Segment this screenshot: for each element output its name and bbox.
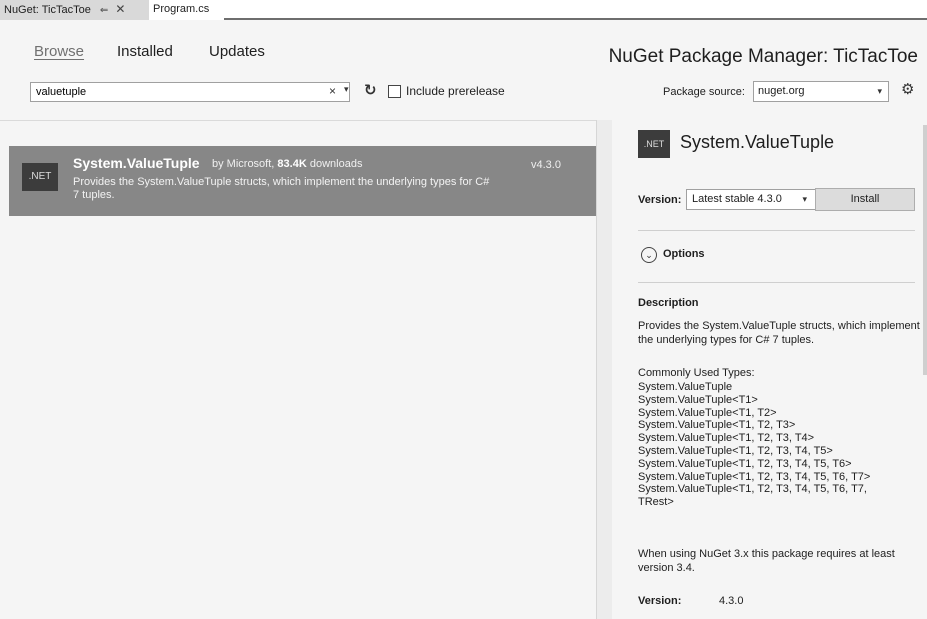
description-text: Provides the System.ValueTuple structs, … [638,320,920,346]
search-input[interactable] [36,84,316,100]
expand-options-icon[interactable]: ⌄ [641,247,657,263]
tab-browse[interactable]: Browse [34,43,84,60]
tab-label: NuGet: TicTacToe [4,4,91,16]
version-info-label: Version: [638,595,682,607]
package-description: Provides the System.ValueTuple structs, … [73,176,490,201]
type-item: System.ValueTuple<T1, T2, T3, T4> [638,432,815,445]
type-item: System.ValueTuple<T1, T2> [638,406,777,419]
close-icon[interactable]: ✕ [115,2,125,16]
version-select-value: Latest stable 4.3.0 [692,193,782,205]
package-meta: by Microsoft, 83.4K downloads [212,158,362,170]
options-label[interactable]: Options [663,248,705,260]
package-details: .NET System.ValueTuple Version: Latest s… [612,120,927,619]
package-icon: .NET [22,163,58,191]
tab-program-cs[interactable]: Program.cs [149,0,224,20]
package-source-label: Package source: [663,86,745,98]
version-label: Version: [638,194,682,206]
type-item: System.ValueTuple<T1, T2, T3, T4, T5> [638,444,833,457]
tab-label: Program.cs [153,3,210,15]
package-icon: .NET [638,130,670,158]
pane-splitter[interactable] [596,120,612,619]
pin-icon[interactable]: ⇐ [100,5,108,16]
chevron-down-icon: ▾ [877,86,882,96]
chevron-down-icon[interactable]: ▾ [344,84,349,95]
version-select[interactable]: Latest stable 4.3.0 ▾ [686,189,816,210]
type-item: System.ValueTuple<T1, T2, T3, T4, T5, T6… [638,483,867,496]
tab-nuget-tictactoe[interactable]: NuGet: TicTacToe ⇐ ✕ [0,0,149,20]
chevron-down-icon: ▾ [802,194,807,204]
tab-updates[interactable]: Updates [209,43,265,60]
type-item: System.ValueTuple<T1, T2, T3, T4, T5, T6… [638,470,871,483]
details-package-name: System.ValueTuple [680,132,835,152]
include-prerelease-label[interactable]: Include prerelease [406,84,505,98]
install-button[interactable]: Install [815,188,915,211]
type-item: System.ValueTuple<T1> [638,393,758,406]
page-title: NuGet Package Manager: TicTacToe [608,46,918,67]
type-item: TRest> [638,496,674,509]
type-item: System.ValueTuple<T1, T2, T3> [638,419,796,432]
type-item: System.ValueTuple<T1, T2, T3, T4, T5, T6… [638,457,852,470]
nuget-version-note: When using NuGet 3.x this package requir… [638,548,895,574]
refresh-icon[interactable]: ↻ [364,81,377,99]
document-tab-bar: NuGet: TicTacToe ⇐ ✕ Program.cs [0,0,927,20]
type-item: System.ValueTuple [638,381,733,393]
package-source-select[interactable]: nuget.org ▾ [753,81,889,102]
package-source-value: nuget.org [758,85,805,97]
header: Browse Installed Updates NuGet Package M… [0,22,927,120]
package-downloads: 83.4K [277,158,307,170]
types-heading: Commonly Used Types: [638,367,755,379]
package-name: System.ValueTuple [73,155,200,171]
version-info-value: 4.3.0 [719,595,744,607]
search-box[interactable]: × ▾ [30,82,350,102]
details-scrollbar[interactable] [923,125,927,375]
gear-icon[interactable]: ⚙ [901,80,914,98]
tab-installed[interactable]: Installed [117,43,173,60]
package-downloads-suffix: downloads [309,158,363,170]
description-heading: Description [638,297,699,309]
package-list: .NET System.ValueTuple by Microsoft, 83.… [0,120,596,619]
package-version: v4.3.0 [531,159,561,171]
list-item[interactable]: .NET System.ValueTuple by Microsoft, 83.… [9,146,596,216]
include-prerelease-checkbox[interactable] [388,85,401,98]
divider [638,230,915,231]
clear-icon[interactable]: × [329,84,336,98]
divider [638,282,915,283]
package-author: by Microsoft, [212,158,275,170]
types-list: System.ValueTuple System.ValueTuple<T1> … [638,381,923,509]
